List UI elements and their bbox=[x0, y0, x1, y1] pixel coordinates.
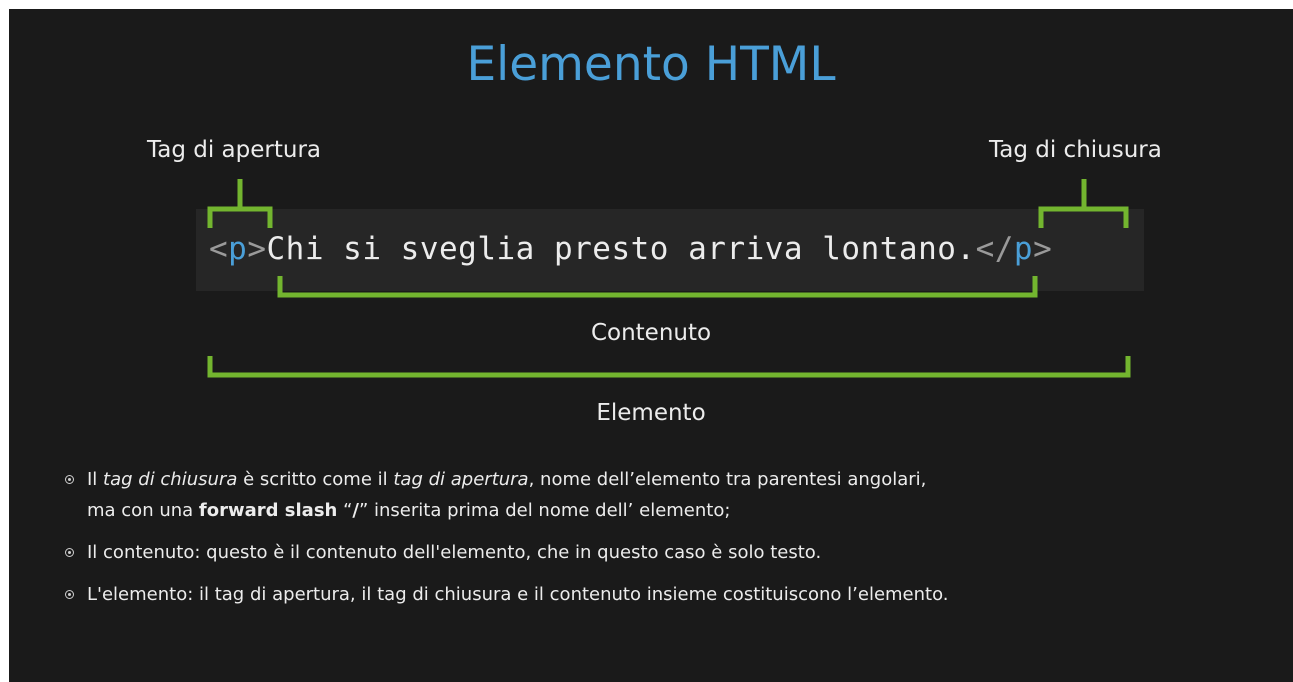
bullet-closing-tag: Il tag di chiusura è scritto come il tag… bbox=[65, 464, 949, 526]
content-bracket bbox=[277, 276, 1038, 298]
strong-slash-char: / bbox=[352, 500, 359, 521]
text-run: Il bbox=[87, 469, 104, 490]
bullet-line-2: ma con una forward slash “/” inserita pr… bbox=[87, 495, 949, 526]
strong-forward-slash: forward slash bbox=[198, 500, 338, 521]
bullet-icon bbox=[65, 590, 74, 599]
text-run: ma con una bbox=[87, 500, 199, 521]
bullet-text: L'elemento: il tag di apertura, il tag d… bbox=[87, 584, 949, 605]
slide: Elemento HTML Tag di apertura Tag di chi… bbox=[9, 9, 1293, 682]
opening-tag-bracket bbox=[207, 206, 273, 228]
bullet-icon bbox=[65, 475, 74, 484]
bullet-line-1: Il tag di chiusura è scritto come il tag… bbox=[87, 464, 949, 495]
content-label: Contenuto bbox=[590, 320, 712, 346]
text-run: , nome dell’elemento tra parentesi angol… bbox=[528, 469, 927, 490]
text-run: è scritto come il bbox=[237, 469, 394, 490]
emphasis-closing-tag: tag di chiusura bbox=[103, 469, 238, 490]
emphasis-opening-tag: tag di apertura bbox=[393, 469, 529, 490]
bullet-text: Il contenuto: questo è il contenuto dell… bbox=[87, 542, 822, 563]
bullet-element: L'elemento: il tag di apertura, il tag d… bbox=[65, 579, 949, 610]
text-run: ” inserita prima del nome dell’ elemento… bbox=[358, 500, 731, 521]
bullet-icon bbox=[65, 548, 74, 557]
bullet-list: Il tag di chiusura è scritto come il tag… bbox=[65, 464, 949, 621]
element-label: Elemento bbox=[596, 400, 706, 426]
closing-tag-bracket bbox=[1038, 206, 1129, 228]
element-bracket bbox=[207, 356, 1131, 378]
text-run: “ bbox=[337, 500, 353, 521]
bullet-content: Il contenuto: questo è il contenuto dell… bbox=[65, 537, 949, 568]
